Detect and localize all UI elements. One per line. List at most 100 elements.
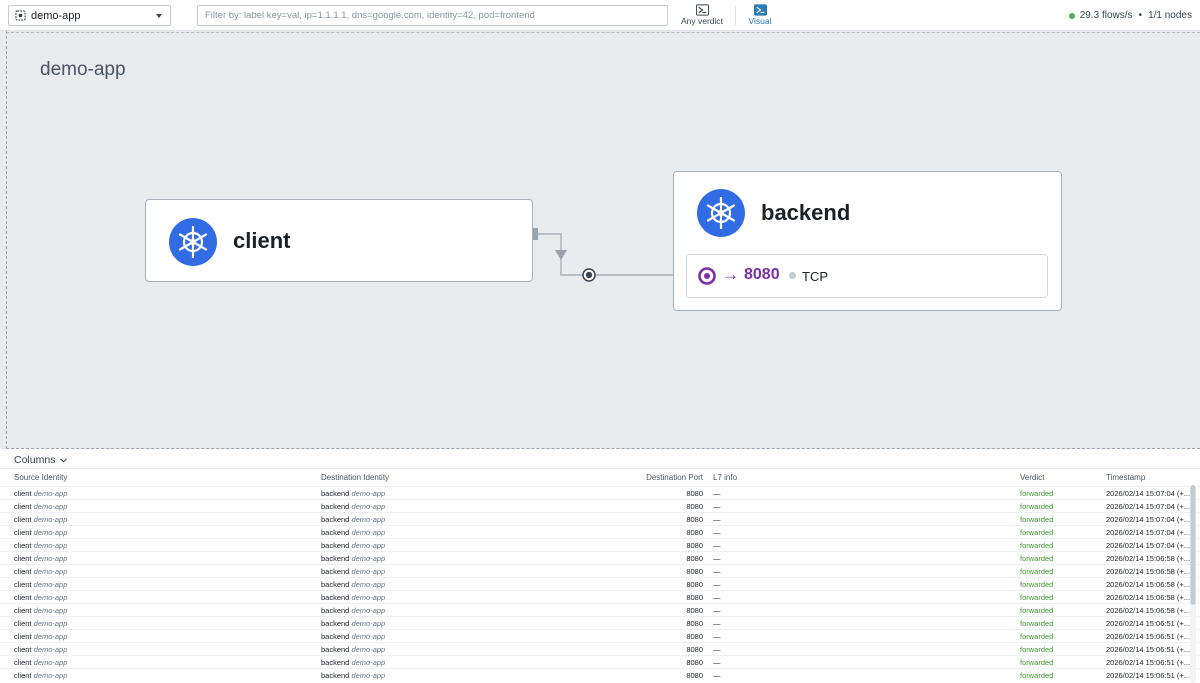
source-identity: client xyxy=(14,606,32,615)
verdict-filter-button[interactable]: Any verdict xyxy=(678,4,726,28)
cell-verdict: forwarded xyxy=(1020,489,1054,498)
source-namespace: demo-app xyxy=(33,502,68,511)
cell-port: 8080 xyxy=(686,541,703,550)
table-row[interactable]: client demo-app backend demo-app 8080— forw… xyxy=(0,512,1200,525)
table-row[interactable]: client demo-app backend demo-app 8080— forw… xyxy=(0,590,1200,603)
port-number: 8080 xyxy=(744,266,780,283)
header-source[interactable]: Source Identity xyxy=(14,473,67,482)
cell-destination: backend demo-app xyxy=(321,606,385,615)
table-row[interactable]: client demo-app backend demo-app 8080— forw… xyxy=(0,538,1200,551)
cell-source: client demo-app xyxy=(14,489,67,498)
cell-source: client demo-app xyxy=(14,567,67,576)
table-row[interactable]: client demo-app backend demo-app 8080— forw… xyxy=(0,564,1200,577)
source-identity: client xyxy=(14,658,32,667)
destination-identity: backend xyxy=(321,593,350,602)
cell-destination: backend demo-app xyxy=(321,658,385,667)
service-map[interactable]: demo-app client backend → 8080 TCP xyxy=(0,31,1200,449)
table-row[interactable]: client demo-app backend demo-app 8080— forw… xyxy=(0,616,1200,629)
port-target-icon xyxy=(698,267,716,285)
cell-source: client demo-app xyxy=(14,528,67,537)
service-card-client[interactable]: client xyxy=(145,199,533,282)
flows-table-body: client demo-app backend demo-app 8080— forw… xyxy=(0,486,1200,681)
destination-identity: backend xyxy=(321,632,350,641)
header-timestamp[interactable]: Timestamp xyxy=(1106,473,1145,482)
table-row[interactable]: client demo-app backend demo-app 8080— forw… xyxy=(0,499,1200,512)
cell-destination: backend demo-app xyxy=(321,645,385,654)
table-row[interactable]: client demo-app backend demo-app 8080— forw… xyxy=(0,655,1200,668)
header-destination[interactable]: Destination Identity xyxy=(321,473,389,482)
namespace-select-value: demo-app xyxy=(31,9,81,22)
backend-port-endpoint[interactable]: → 8080 TCP xyxy=(686,254,1048,298)
table-row[interactable]: client demo-app backend demo-app 8080— forw… xyxy=(0,629,1200,642)
table-row[interactable]: client demo-app backend demo-app 8080— forw… xyxy=(0,577,1200,590)
source-identity: client xyxy=(14,541,32,550)
columns-button[interactable]: Columns xyxy=(14,454,68,466)
cell-timestamp: 2026/02/14 15:07:04 (+... xyxy=(1106,502,1191,511)
source-identity: client xyxy=(14,632,32,641)
cell-port: 8080 xyxy=(686,515,703,524)
cell-port: 8080 xyxy=(686,593,703,602)
source-identity: client xyxy=(14,645,32,654)
source-namespace: demo-app xyxy=(33,580,68,589)
cell-verdict: forwarded xyxy=(1020,606,1054,615)
cell-destination: backend demo-app xyxy=(321,554,385,563)
visual-toggle-button[interactable]: Visual xyxy=(740,4,780,28)
header-port[interactable]: Destination Port xyxy=(640,473,703,482)
kubernetes-icon xyxy=(697,189,745,237)
cell-source: client demo-app xyxy=(14,606,67,615)
nodes-count: 1/1 nodes xyxy=(1148,10,1192,21)
visual-toggle-label: Visual xyxy=(748,16,772,26)
status-dot-icon xyxy=(1068,12,1075,19)
cell-source: client demo-app xyxy=(14,580,67,589)
destination-identity: backend xyxy=(321,580,350,589)
table-row[interactable]: client demo-app backend demo-app 8080— forw… xyxy=(0,668,1200,681)
destination-identity: backend xyxy=(321,606,350,615)
source-identity: client xyxy=(14,515,32,524)
cell-l7: — xyxy=(713,489,721,498)
table-row[interactable]: client demo-app backend demo-app 8080— forw… xyxy=(0,551,1200,564)
scrollbar[interactable] xyxy=(1190,485,1196,683)
flows-table-header: Source Identity Destination Identity Des… xyxy=(0,472,1200,485)
header-verdict[interactable]: Verdict xyxy=(1020,473,1044,482)
source-namespace: demo-app xyxy=(33,567,68,576)
cell-timestamp: 2026/02/14 15:06:58 (+... xyxy=(1106,580,1191,589)
header-l7[interactable]: L7 info xyxy=(713,473,737,482)
cell-destination: backend demo-app xyxy=(321,632,385,641)
stats-separator: • xyxy=(1138,10,1143,21)
cell-l7: — xyxy=(713,554,721,563)
table-row[interactable]: client demo-app backend demo-app 8080— forw… xyxy=(0,525,1200,538)
cell-port: 8080 xyxy=(686,502,703,511)
table-row[interactable]: client demo-app backend demo-app 8080— forw… xyxy=(0,642,1200,655)
edge-arrow-icon xyxy=(555,250,567,260)
cell-verdict: forwarded xyxy=(1020,632,1054,641)
cell-destination: backend demo-app xyxy=(321,541,385,550)
source-identity: client xyxy=(14,567,32,576)
cell-destination: backend demo-app xyxy=(321,528,385,537)
cell-destination: backend demo-app xyxy=(321,502,385,511)
cell-timestamp: 2026/02/14 15:06:51 (+... xyxy=(1106,658,1191,667)
destination-namespace: demo-app xyxy=(351,671,386,680)
filter-input[interactable] xyxy=(197,5,668,26)
cell-timestamp: 2026/02/14 15:07:04 (+... xyxy=(1106,528,1191,537)
top-bar: demo-app Any verdict Visual 29.3 flows/s… xyxy=(0,0,1200,31)
cell-verdict: forwarded xyxy=(1020,658,1054,667)
cell-verdict: forwarded xyxy=(1020,671,1054,680)
table-row[interactable]: client demo-app backend demo-app 8080— forw… xyxy=(0,603,1200,616)
service-card-backend[interactable]: backend → 8080 TCP xyxy=(673,171,1062,311)
cell-l7: — xyxy=(713,632,721,641)
toolbar-divider xyxy=(735,6,736,25)
source-namespace: demo-app xyxy=(33,632,68,641)
cell-source: client demo-app xyxy=(14,502,67,511)
panel-divider xyxy=(0,468,1200,469)
source-identity: client xyxy=(14,528,32,537)
namespace-icon xyxy=(15,10,26,21)
source-identity: client xyxy=(14,619,32,628)
namespace-select[interactable]: demo-app xyxy=(8,5,171,26)
cell-l7: — xyxy=(713,619,721,628)
destination-namespace: demo-app xyxy=(351,619,386,628)
table-row[interactable]: client demo-app backend demo-app 8080— forw… xyxy=(0,486,1200,499)
cell-port: 8080 xyxy=(686,528,703,537)
cell-l7: — xyxy=(713,515,721,524)
arrow-right-icon: → xyxy=(722,265,739,284)
cell-port: 8080 xyxy=(686,567,703,576)
